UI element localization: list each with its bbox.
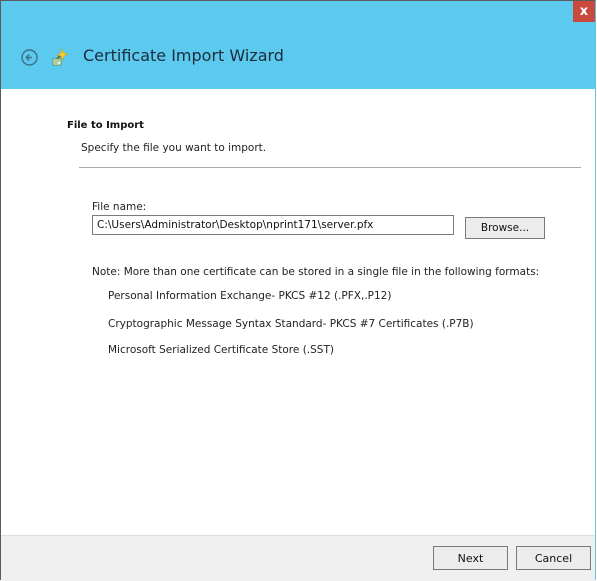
cancel-button[interactable]: Cancel [516,546,591,570]
wizard-title: Certificate Import Wizard [83,46,284,65]
certificate-import-wizard-window: x Certificate Import Wizard File to Impo… [0,0,596,581]
close-button[interactable]: x [573,1,595,22]
wizard-header: x Certificate Import Wizard [1,1,595,89]
format-item-pfx: Personal Information Exchange- PKCS #12 … [108,290,392,302]
format-item-p7b: Cryptographic Message Syntax Standard- P… [108,318,474,330]
section-divider [79,167,581,168]
formats-note: Note: More than one certificate can be s… [92,266,540,278]
format-item-sst: Microsoft Serialized Certificate Store (… [108,344,334,356]
section-subheading: Specify the file you want to import. [81,142,267,154]
file-name-label: File name: [92,201,147,213]
section-heading: File to Import [67,120,144,131]
wizard-content: File to Import Specify the file you want… [1,89,595,535]
next-button[interactable]: Next [433,546,508,570]
browse-button[interactable]: Browse... [465,217,545,239]
wizard-footer: Next Cancel [1,535,595,581]
file-name-input[interactable] [92,215,454,235]
back-arrow-circle-icon[interactable] [21,49,38,66]
certificate-wizard-icon [52,48,69,66]
